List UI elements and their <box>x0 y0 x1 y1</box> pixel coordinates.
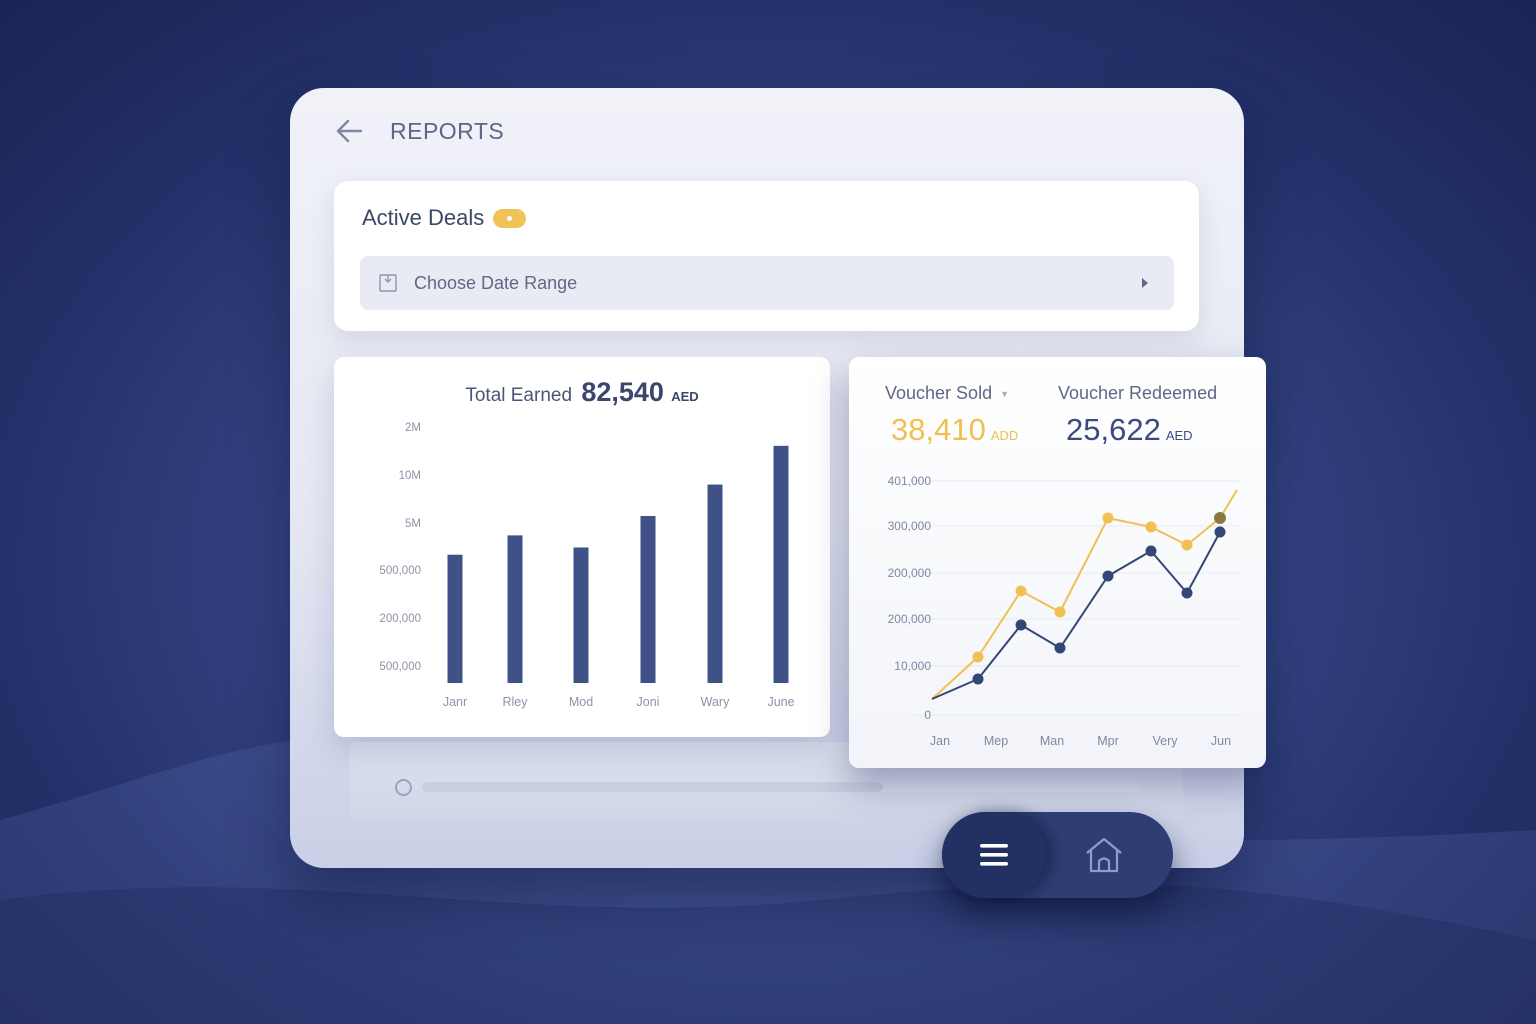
y-tick-label: 200,000 <box>379 613 421 625</box>
y-tick-label: 2M <box>405 422 421 434</box>
series-point-overlap <box>1214 512 1226 524</box>
series-point <box>1015 585 1027 597</box>
voucher-sold-value: 38,410 <box>891 412 986 447</box>
voucher-sold-currency: ADD <box>990 428 1019 443</box>
bar <box>573 547 589 683</box>
y-tick-label: 500,000 <box>379 565 421 577</box>
home-icon[interactable] <box>1082 834 1126 876</box>
y-tick-label: 200,000 <box>888 566 932 580</box>
series-point <box>1214 526 1226 538</box>
y-tick-label: 401,000 <box>888 474 932 488</box>
active-deals-title: Active Deals <box>362 205 485 230</box>
status-badge <box>493 208 527 228</box>
arrow-left-icon[interactable] <box>334 116 364 146</box>
y-tick-label: 5M <box>405 518 421 530</box>
y-tick-label: 300,000 <box>888 519 932 533</box>
vouchers-card: 0 10,000 200,000 200,000 300,000 401,000 Jan Me… <box>849 357 1266 768</box>
x-tick-label: Jun <box>1211 734 1231 748</box>
series-point <box>1145 521 1157 533</box>
series-point <box>1181 587 1193 599</box>
x-tick-label: Rley <box>502 695 528 709</box>
x-tick-label: Mod <box>569 695 593 709</box>
total-earned-bar-chart: 2M 10M 5M 500,000 200,000 500,000 Janr Rley Mod J… <box>379 422 794 709</box>
x-tick-label: Mep <box>984 734 1008 748</box>
total-earned-currency: AED <box>671 389 699 404</box>
x-tick-label: Joni <box>637 695 660 709</box>
series-line <box>931 531 1221 700</box>
series-point <box>1054 642 1066 654</box>
y-tick-label: 200,000 <box>888 612 932 626</box>
date-range-label: Choose Date Range <box>414 272 578 293</box>
active-deals-header: Active Deals <box>362 205 527 231</box>
voucher-sold-stat[interactable]: Voucher Sold ▼ 38,410 ADD <box>885 383 1018 448</box>
total-earned-title: Total Earned 82,540 AED <box>334 377 830 408</box>
active-deals-card: Active Deals Choose Date Range <box>334 181 1199 331</box>
voucher-redeemed-stat[interactable]: Voucher Redeemed 25,622 AED <box>1058 383 1217 448</box>
bar <box>707 484 723 683</box>
header: REPORTS <box>334 116 504 146</box>
timeline-radio[interactable] <box>395 779 412 796</box>
page-title: REPORTS <box>390 117 505 144</box>
series-point <box>1102 512 1114 524</box>
x-tick-label: June <box>767 695 794 709</box>
series-point <box>1181 539 1193 551</box>
voucher-sold-value-row: 38,410 ADD <box>891 412 1018 448</box>
voucher-redeemed-label: Voucher Redeemed <box>1058 383 1218 403</box>
bottom-nav-pill <box>942 812 1173 898</box>
series-point <box>1054 606 1066 618</box>
calendar-icon <box>379 274 397 292</box>
voucher-sold-label: Voucher Sold <box>885 383 993 403</box>
caret-down-icon: ▼ <box>1000 388 1009 399</box>
bar <box>507 535 523 683</box>
x-tick-label: Very <box>1152 734 1178 748</box>
y-tick-label: 10,000 <box>894 659 931 673</box>
bar <box>773 445 789 683</box>
series-point <box>1102 570 1114 582</box>
voucher-redeemed-value-row: 25,622 AED <box>1066 412 1217 448</box>
menu-button[interactable] <box>942 812 1046 898</box>
timeline-slider[interactable] <box>422 782 1142 792</box>
total-earned-label: Total Earned <box>465 385 573 406</box>
series-point <box>972 673 984 685</box>
x-tick-label: Man <box>1040 734 1064 748</box>
voucher-redeemed-currency: AED <box>1165 428 1193 443</box>
bar <box>447 554 463 683</box>
date-range-picker[interactable]: Choose Date Range <box>360 256 1174 310</box>
bar <box>640 516 656 683</box>
y-tick-label: 500,000 <box>379 661 421 673</box>
x-tick-label: Wary <box>701 695 730 709</box>
x-tick-label: Janr <box>443 695 467 709</box>
timeline-slider-fill <box>422 782 883 792</box>
y-tick-label: 10M <box>399 470 421 482</box>
voucher-sold-label-row: Voucher Sold ▼ <box>885 383 1018 404</box>
x-tick-label: Mpr <box>1097 734 1119 748</box>
total-earned-value: 82,540 <box>581 377 664 407</box>
x-tick-label: Jan <box>930 734 950 748</box>
y-tick-label: 0 <box>924 708 931 722</box>
hamburger-menu-icon <box>980 844 1008 866</box>
total-earned-card: 2M 10M 5M 500,000 200,000 500,000 Janr Rley Mod J… <box>334 357 830 737</box>
series-point <box>1145 545 1157 557</box>
voucher-redeemed-value: 25,622 <box>1066 412 1161 447</box>
series-point <box>1015 619 1027 631</box>
chevron-right-icon <box>1142 278 1148 288</box>
series-point <box>972 651 984 663</box>
